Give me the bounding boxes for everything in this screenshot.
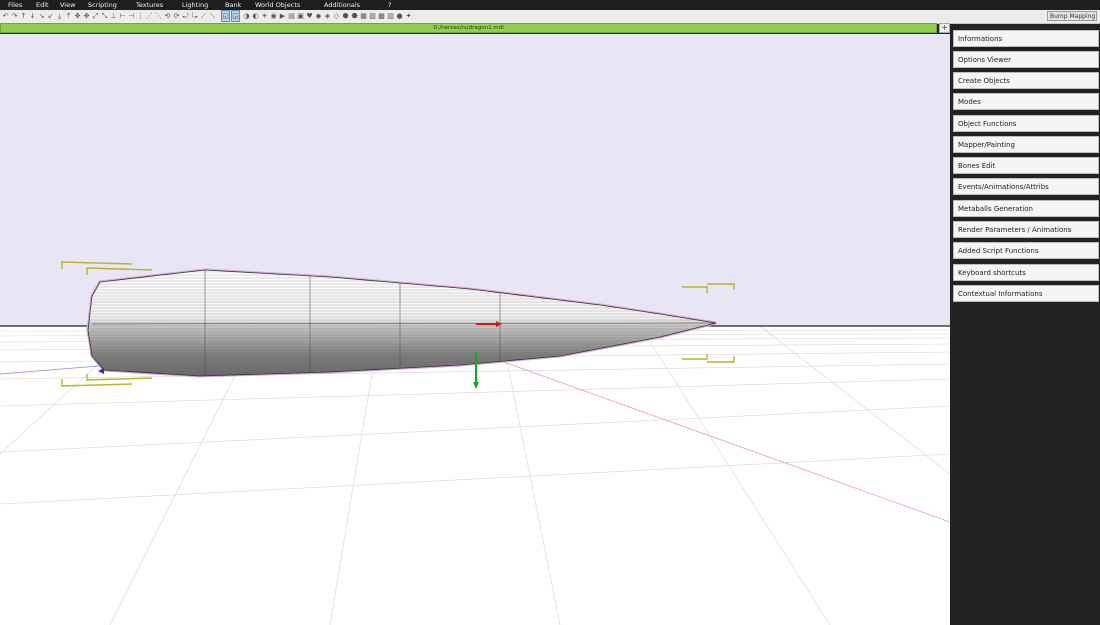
move-icon[interactable]: ✥ (83, 11, 90, 21)
render-mode-select[interactable]: Bump Mapping (1047, 11, 1097, 21)
undo-icon[interactable]: ↶ (2, 11, 9, 21)
arrow-down-icon[interactable]: ↓ (29, 11, 36, 21)
scale-icon[interactable]: ⤢ (92, 11, 99, 21)
circle-icon[interactable]: ◑ (243, 11, 250, 21)
redo-icon[interactable]: ↷ (11, 11, 18, 21)
scale-icon[interactable]: ⤡ (101, 11, 108, 21)
menu-textures[interactable]: Textures (136, 0, 163, 10)
panel-mapper-painting[interactable]: Mapper/Painting (953, 136, 1099, 153)
image-icon[interactable]: ▧ (369, 11, 376, 21)
panel-options-viewer[interactable]: Options Viewer (953, 51, 1099, 68)
camera-icon[interactable]: ▣ (297, 11, 304, 21)
panel-informations[interactable]: Informations (953, 30, 1099, 47)
align-icon[interactable]: ⊥ (110, 11, 117, 21)
menu-lighting[interactable]: Lighting (182, 0, 208, 10)
sphere-icon[interactable]: ● (396, 11, 403, 21)
menu-world-objects[interactable]: World Objects (255, 0, 300, 10)
menu-view[interactable]: View (60, 0, 75, 10)
star-icon[interactable]: ✦ (405, 11, 412, 21)
panel-keyboard-shortcuts[interactable]: Keyboard shortcuts (953, 264, 1099, 281)
merge-icon[interactable]: ⤒ (65, 11, 72, 21)
mesh-icon[interactable]: ▤ (288, 11, 295, 21)
3d-viewport[interactable] (0, 34, 950, 625)
object-icon[interactable]: ⬣ (351, 11, 358, 21)
menu-edit[interactable]: Edit (36, 0, 49, 10)
panel-render-parameters-animations[interactable]: Render Parameters / Animations (953, 221, 1099, 238)
grid-icon[interactable]: ▥ (387, 11, 394, 21)
file-path-bar: D:/heroes/rs/dragon1.mdl (0, 23, 937, 33)
texture-icon[interactable]: ▩ (378, 11, 385, 21)
object-icon[interactable]: ◇ (333, 11, 340, 21)
skew-icon[interactable]: ⟋ (200, 11, 207, 21)
select-icon[interactable]: ◲ (231, 10, 240, 22)
rotate-icon[interactable]: ⟳ (173, 11, 180, 21)
split-icon[interactable]: ⤓ (56, 11, 63, 21)
heart-icon[interactable]: ♥ (306, 11, 313, 21)
object-icon[interactable]: ⬢ (342, 11, 349, 21)
rotate-icon[interactable]: ⤾ (182, 11, 189, 21)
toolbar: ↶ ↷ ↑ ↓ ↘ ↙ ⤓ ⤒ ✥ ✥ ⤢ ⤡ ⊥ ⊢ ⊣ ⋮ ⋰ ⋱ ⟲ ⟳ … (0, 10, 1100, 24)
arrow-diagonal-icon[interactable]: ↙ (47, 11, 54, 21)
arrow-up-icon[interactable]: ↑ (20, 11, 27, 21)
material-icon[interactable]: ◉ (270, 11, 277, 21)
panel-object-functions[interactable]: Object Functions (953, 115, 1099, 132)
align-icon[interactable]: ⊢ (119, 11, 126, 21)
rotate-icon[interactable]: ⟲ (164, 11, 171, 21)
image-icon[interactable]: ▦ (360, 11, 367, 21)
add-viewport-button[interactable]: + (939, 23, 950, 33)
menu-additionals[interactable]: Additionals (324, 0, 360, 10)
panel-contextual-informations[interactable]: Contextual Informations (953, 285, 1099, 302)
vertical-icon[interactable]: ⋮ (137, 11, 144, 21)
object-icon[interactable]: ◈ (324, 11, 331, 21)
panel-modes[interactable]: Modes (953, 93, 1099, 110)
move-icon[interactable]: ✥ (74, 11, 81, 21)
panel-events-animations-attribs[interactable]: Events/Animations/Attribs (953, 178, 1099, 195)
diagonal-icon[interactable]: ⋰ (146, 11, 153, 21)
skew-icon[interactable]: ⟍ (209, 11, 216, 21)
side-panel: Informations Options Viewer Create Objec… (951, 24, 1100, 625)
rotate-icon[interactable]: ⤿ (191, 11, 198, 21)
play-icon[interactable]: ▶ (279, 11, 286, 21)
panel-bones-edit[interactable]: Bones Edit (953, 157, 1099, 174)
arrow-diagonal-icon[interactable]: ↘ (38, 11, 45, 21)
sphere-icon[interactable]: ◐ (252, 11, 259, 21)
menu-bar: Files Edit View Scripting Textures Light… (0, 0, 1100, 10)
menu-help[interactable]: ? (388, 0, 391, 10)
select-icon[interactable]: ◱ (221, 10, 230, 22)
menu-files[interactable]: Files (8, 0, 22, 10)
menu-scripting[interactable]: Scripting (88, 0, 117, 10)
menu-bank[interactable]: Bank (225, 0, 241, 10)
panel-create-objects[interactable]: Create Objects (953, 72, 1099, 89)
object-icon[interactable]: ◆ (315, 11, 322, 21)
diagonal-icon[interactable]: ⋱ (155, 11, 162, 21)
align-icon[interactable]: ⊣ (128, 11, 135, 21)
panel-added-script-functions[interactable]: Added Script Functions (953, 242, 1099, 259)
panel-metaballs-generation[interactable]: Metaballs Generation (953, 200, 1099, 217)
light-icon[interactable]: ☀ (261, 11, 268, 21)
